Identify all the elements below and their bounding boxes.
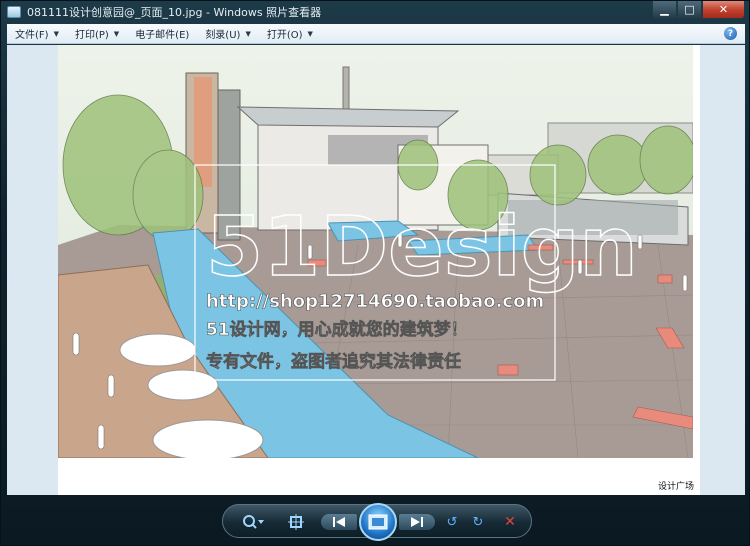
maximize-button[interactable]: □ [677,1,702,19]
menu-email-label: 电子邮件(E) [135,30,190,41]
chevron-down-icon: ▼ [113,29,120,38]
watermark-logo: 51Design [206,200,638,295]
chevron-down-icon: ▼ [53,29,59,38]
close-button[interactable]: ✕ [702,1,745,19]
previous-icon [333,517,345,527]
chevron-down-icon: ▼ [307,29,313,38]
menu-email[interactable]: 电子邮件(E) [127,24,197,44]
next-icon [411,517,423,527]
document-page: 51Design http://shop12714690.taobao.com … [58,45,700,495]
menu-open[interactable]: 打开(O) ▼ [259,24,321,44]
slideshow-icon [368,514,388,530]
actual-size-icon[interactable] [287,513,305,531]
previous-button[interactable] [321,514,357,530]
zoom-icon[interactable] [241,513,265,531]
title-bar[interactable]: 081111设计创意园@_页面_10.jpg - Windows 照片查看器 ▁… [1,1,750,23]
menu-file[interactable]: 文件(F) ▼ [7,24,67,44]
photo-viewer-app-icon[interactable] [7,6,21,18]
control-pill: ↺ ↻ ✕ [222,503,532,541]
image-viewport[interactable]: 51Design http://shop12714690.taobao.com … [7,45,745,495]
menu-print[interactable]: 打印(P) ▼ [67,24,127,44]
photo-viewer-window: 081111设计创意园@_页面_10.jpg - Windows 照片查看器 ▁… [0,0,750,546]
caption-buttons: ▁ □ ✕ [652,1,745,19]
playback-control-bar: ↺ ↻ ✕ [1,497,750,546]
rotate-ccw-icon[interactable]: ↺ [443,513,461,531]
window-title: 081111设计创意园@_页面_10.jpg - Windows 照片查看器 [27,6,322,19]
watermark-line2: 专有文件，盗图者追究其法律责任 [206,351,461,372]
menu-file-label: 文件(F) [15,30,49,41]
menu-burn[interactable]: 刻录(U) ▼ [197,24,259,44]
rotate-cw-icon[interactable]: ↻ [469,513,487,531]
menu-print-label: 打印(P) [74,30,109,41]
minimize-button[interactable]: ▁ [652,1,677,19]
slideshow-button[interactable] [359,503,397,541]
help-icon[interactable]: ? [724,27,737,40]
watermark-line1: 51设计网，用心成就您的建筑梦！ [206,319,468,340]
watermark-url: http://shop12714690.taobao.com [206,291,544,312]
page-caption: 设计广场 [657,482,694,492]
next-button[interactable] [399,514,435,530]
menu-bar: 文件(F) ▼ 打印(P) ▼ 电子邮件(E) 刻录(U) ▼ 打开(O) ▼ … [7,24,745,44]
menu-burn-label: 刻录(U) [205,30,241,41]
menu-open-label: 打开(O) [266,30,303,41]
chevron-down-icon: ▼ [245,29,251,38]
plaza-render-image: 51Design http://shop12714690.taobao.com … [58,45,693,458]
architecture-rendering: 51Design http://shop12714690.taobao.com … [58,45,693,458]
delete-icon[interactable]: ✕ [501,513,519,531]
